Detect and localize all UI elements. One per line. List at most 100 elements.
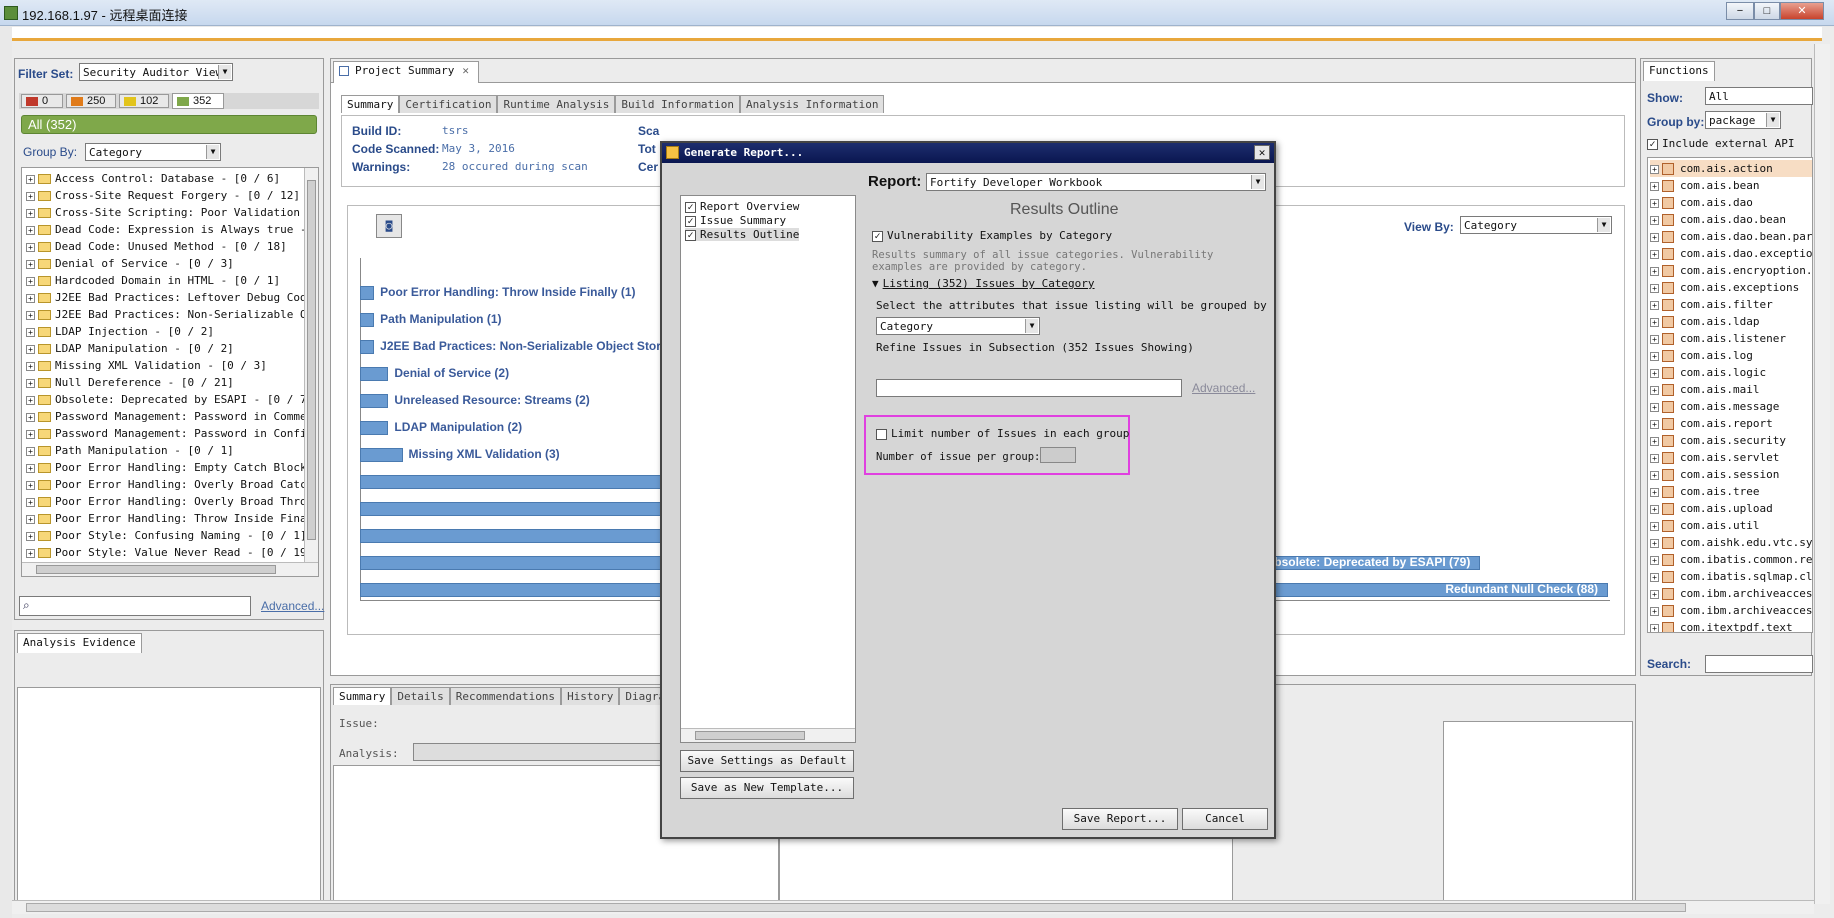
expand-icon[interactable]: +: [26, 531, 35, 541]
results-outline-checkbox[interactable]: ✓: [685, 229, 696, 241]
issue-summary-checkbox[interactable]: ✓: [685, 215, 696, 227]
chart-bar[interactable]: [360, 340, 375, 354]
tree-item[interactable]: + Dead Code: Expression is Always true - …: [26, 221, 318, 238]
issue-search-input[interactable]: ⌕: [19, 596, 251, 616]
expand-icon[interactable]: +: [1650, 317, 1659, 327]
expand-icon[interactable]: +: [1650, 589, 1659, 599]
advanced-search-link[interactable]: Advanced...: [261, 599, 324, 613]
tree-item[interactable]: + Access Control: Database - [0 / 6]: [26, 170, 302, 187]
tree-item[interactable]: + Poor Style: Value Never Read - [0 / 19]: [26, 544, 313, 561]
package-item[interactable]: + com.aishk.edu.vtc.sy: [1650, 534, 1812, 551]
expand-icon[interactable]: +: [1650, 198, 1659, 208]
listing-option[interactable]: ▼ Listing (352) Issues by Category: [872, 277, 1095, 290]
tab-project-summary[interactable]: Project Summary ✕: [333, 61, 479, 83]
expand-icon[interactable]: +: [1650, 351, 1659, 361]
count-critical[interactable]: 0: [21, 94, 63, 108]
package-item[interactable]: + com.ais.logic: [1650, 364, 1812, 381]
report-template-select[interactable]: Fortify Developer Workbook ▼: [926, 173, 1266, 191]
tree-item[interactable]: + Poor Error Handling: Empty Catch Block …: [26, 459, 318, 476]
package-item[interactable]: + com.ais.dao.bean.par: [1650, 228, 1812, 245]
tree-scrollbar[interactable]: [304, 168, 318, 564]
section-issue-summary[interactable]: ✓ Issue Summary: [685, 214, 786, 227]
section-hscrollbar[interactable]: [681, 728, 855, 742]
expand-icon[interactable]: +: [1650, 402, 1659, 412]
expand-icon[interactable]: +: [1650, 572, 1659, 582]
package-item[interactable]: + com.ais.upload: [1650, 500, 1812, 517]
tab-recommendations[interactable]: Recommendations: [449, 687, 562, 705]
tab-build-information[interactable]: Build Information: [615, 95, 741, 113]
count-low[interactable]: 352: [172, 93, 224, 109]
save-report-button[interactable]: Save Report...: [1062, 808, 1178, 830]
expand-icon[interactable]: +: [1650, 453, 1659, 463]
chart-bar[interactable]: [360, 421, 389, 435]
expand-icon[interactable]: +: [26, 174, 35, 184]
close-window-button[interactable]: ✕: [1780, 2, 1824, 20]
package-item[interactable]: + com.ais.session: [1650, 466, 1812, 483]
tree-scroll-thumb[interactable]: [307, 180, 316, 540]
expand-icon[interactable]: +: [1650, 164, 1659, 174]
expand-icon[interactable]: +: [26, 514, 35, 524]
expand-icon[interactable]: +: [1650, 232, 1659, 242]
tree-item[interactable]: + LDAP Injection - [0 / 2]: [26, 323, 302, 340]
tree-item[interactable]: + Dead Code: Unused Method - [0 / 18]: [26, 238, 302, 255]
window-vscrollbar[interactable]: [1814, 44, 1830, 904]
cancel-button[interactable]: Cancel: [1182, 808, 1268, 830]
limit-issues-option[interactable]: Limit number of Issues in each group: [876, 427, 1129, 440]
package-item[interactable]: + com.ais.action: [1650, 160, 1812, 177]
save-new-template-button[interactable]: Save as New Template...: [680, 777, 854, 799]
expand-icon[interactable]: +: [26, 395, 35, 405]
chart-bar[interactable]: [360, 394, 389, 408]
tree-item[interactable]: + Password Management: Password in Config…: [26, 425, 318, 442]
expand-icon[interactable]: +: [1650, 470, 1659, 480]
expand-icon[interactable]: +: [26, 480, 35, 490]
expand-icon[interactable]: +: [26, 276, 35, 286]
section-results-outline[interactable]: ✓ Results Outline: [685, 228, 800, 241]
expand-icon[interactable]: +: [26, 378, 35, 388]
tree-item[interactable]: + Poor Style: Confusing Naming - [0 / 1]: [26, 527, 307, 544]
package-item[interactable]: + com.ibm.archiveacces: [1650, 585, 1812, 602]
expand-icon[interactable]: +: [1650, 249, 1659, 259]
tree-item[interactable]: + J2EE Bad Practices: Leftover Debug Code: [26, 289, 313, 306]
window-hscroll-thumb[interactable]: [26, 903, 1686, 912]
package-item[interactable]: + com.ais.listener: [1650, 330, 1812, 347]
expand-icon[interactable]: +: [26, 463, 35, 473]
functions-search-input[interactable]: [1705, 655, 1813, 673]
expand-icon[interactable]: +: [1650, 521, 1659, 531]
expand-icon[interactable]: +: [1650, 419, 1659, 429]
group-attribute-select[interactable]: Category ▼: [876, 317, 1040, 335]
expand-icon[interactable]: +: [1650, 300, 1659, 310]
tab-analysis-evidence[interactable]: Analysis Evidence: [17, 633, 142, 653]
count-high[interactable]: 250: [66, 94, 116, 108]
expand-icon[interactable]: +: [1650, 487, 1659, 497]
package-item[interactable]: + com.ais.dao.exceptio: [1650, 245, 1812, 262]
chart-bar[interactable]: [360, 313, 375, 327]
expand-icon[interactable]: +: [1650, 266, 1659, 276]
tab-certification[interactable]: Certification: [399, 95, 498, 113]
tree-item[interactable]: + Password Management: Password in Commen…: [26, 408, 318, 425]
package-item[interactable]: + com.ibatis.common.re: [1650, 551, 1812, 568]
package-item[interactable]: + com.ais.security: [1650, 432, 1812, 449]
include-external-checkbox[interactable]: ✓: [1647, 138, 1658, 150]
expand-icon[interactable]: +: [26, 293, 35, 303]
expand-icon[interactable]: +: [1650, 334, 1659, 344]
refine-search-input[interactable]: [876, 379, 1182, 397]
vuln-examples-option[interactable]: ✓ Vulnerability Examples by Category: [872, 229, 1112, 242]
dialog-close-button[interactable]: ✕: [1254, 145, 1270, 160]
filter-set-select[interactable]: Security Auditor View ▼: [79, 63, 233, 81]
maximize-button[interactable]: □: [1754, 2, 1780, 20]
package-item[interactable]: + com.ibatis.sqlmap.cl: [1650, 568, 1812, 585]
expand-icon[interactable]: +: [26, 429, 35, 439]
package-item[interactable]: + com.ais.dao.bean: [1650, 211, 1812, 228]
package-item[interactable]: + com.ais.ldap: [1650, 313, 1812, 330]
expand-triangle-icon[interactable]: ▼: [872, 277, 879, 290]
save-settings-default-button[interactable]: Save Settings as Default: [680, 750, 854, 772]
package-item[interactable]: + com.ais.report: [1650, 415, 1812, 432]
tree-item[interactable]: + Poor Error Handling: Throw Inside Final…: [26, 510, 318, 527]
expand-icon[interactable]: +: [26, 208, 35, 218]
package-item[interactable]: + com.ais.tree: [1650, 483, 1812, 500]
section-hscroll-thumb[interactable]: [695, 731, 805, 740]
expand-icon[interactable]: +: [1650, 215, 1659, 225]
functions-group-by-select[interactable]: package ▼: [1705, 111, 1781, 129]
chart-bar[interactable]: [360, 448, 403, 462]
tree-item[interactable]: + Obsolete: Deprecated by ESAPI - [0 / 79…: [26, 391, 318, 408]
